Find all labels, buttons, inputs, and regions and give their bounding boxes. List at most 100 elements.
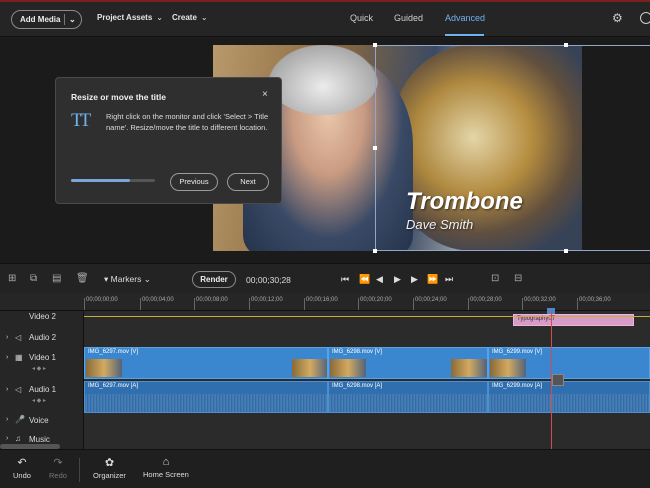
keyframe-nav-icon[interactable]: ◂ ◆ ▸	[32, 397, 46, 404]
transition-icon[interactable]	[552, 374, 564, 386]
ruler-tick	[577, 298, 578, 310]
resize-handle[interactable]	[373, 249, 377, 253]
accent-line	[0, 0, 650, 2]
previous-button[interactable]: Previous	[170, 173, 218, 191]
organizer-button[interactable]: ✿ Organizer	[93, 456, 126, 480]
audio-waveform	[489, 394, 649, 412]
organizer-icon: ✿	[104, 457, 115, 469]
tip-progress-fill	[71, 179, 130, 182]
frame-forward-icon[interactable]: ▶	[411, 274, 418, 285]
track-name: Video 2	[29, 312, 56, 321]
ruler-tick	[413, 298, 414, 310]
audio-clip[interactable]: IMG_6299.mov [A]	[488, 381, 650, 413]
chevron-right-icon[interactable]: ›	[6, 334, 8, 341]
speaker-icon: ◁	[15, 333, 22, 342]
fit-icon[interactable]: ⊡	[491, 273, 499, 284]
redo-icon: ↷	[53, 457, 63, 469]
title-track-line	[84, 316, 650, 317]
chevron-right-icon[interactable]: ›	[6, 435, 8, 442]
keyframe-nav-icon[interactable]: ◂ ◆ ▸	[32, 365, 46, 372]
ruler-label: 00;00;32;00	[524, 297, 556, 303]
clip-icon[interactable]: ▤	[52, 273, 61, 284]
step-back-icon[interactable]: ⏪	[359, 274, 370, 285]
clip-label: IMG_6299.mov [A]	[492, 383, 543, 389]
project-assets-menu[interactable]: Project Assets ⌄	[97, 13, 163, 22]
tools-icon[interactable]: ⊞	[8, 273, 16, 284]
chevron-down-icon[interactable]: ⌄	[69, 11, 76, 28]
close-icon[interactable]: ×	[262, 89, 268, 100]
ruler-label: 00;00;20;00	[360, 297, 392, 303]
undo-button[interactable]: ↶ Undo	[13, 456, 31, 480]
create-menu[interactable]: Create ⌄	[172, 13, 208, 22]
home-screen-button[interactable]: ⌂ Home Screen	[143, 456, 189, 479]
ruler-label: 00;00;04;00	[142, 297, 174, 303]
ruler-tick	[468, 298, 469, 310]
chevron-right-icon[interactable]: ›	[6, 354, 8, 361]
trash-icon[interactable]: 🗑	[76, 273, 89, 284]
tab-guided[interactable]: Guided	[394, 13, 423, 23]
track-header-audio1[interactable]: › ◁ Audio 1 ◂ ◆ ▸	[0, 381, 84, 413]
audio-clip[interactable]: IMG_6298.mov [A]	[328, 381, 488, 413]
clip-label: IMG_6298.mov [A]	[332, 383, 383, 389]
ruler-tick	[194, 298, 195, 310]
resize-handle[interactable]	[373, 146, 377, 150]
add-media-label: Add Media	[20, 15, 61, 24]
ruler-tick	[522, 298, 523, 310]
video-clip[interactable]: IMG_6298.mov [V]	[328, 347, 488, 379]
ruler-label: 00;00;00;00	[86, 297, 118, 303]
title-subtext[interactable]: Dave Smith	[406, 217, 473, 232]
gear-icon[interactable]: ⚙	[612, 11, 623, 25]
timeline-tracks[interactable]: Typography07 IMG_6297.mov [V] IMG_6298.m…	[84, 311, 650, 449]
resize-handle[interactable]	[564, 43, 568, 47]
markers-label: Markers	[110, 274, 142, 284]
next-button[interactable]: Next	[227, 173, 269, 191]
project-assets-label: Project Assets	[97, 13, 153, 22]
audio-clip[interactable]: IMG_6297.mov [A]	[84, 381, 328, 413]
video-clip[interactable]: IMG_6297.mov [V]	[84, 347, 328, 379]
clip-label: IMG_6297.mov [V]	[88, 349, 139, 355]
tip-body: Right click on the monitor and click 'Se…	[106, 112, 269, 132]
track-header-voice[interactable]: › 🎤 Voice	[0, 415, 84, 431]
render-button[interactable]: Render	[192, 271, 236, 288]
copy-icon[interactable]: ⧉	[30, 273, 37, 284]
video-clip[interactable]: IMG_6299.mov [V]	[488, 347, 650, 379]
organizer-label: Organizer	[93, 471, 126, 480]
chevron-right-icon[interactable]: ›	[6, 386, 8, 393]
ruler-label: 00;00;36;00	[579, 297, 611, 303]
divider	[79, 458, 80, 482]
go-to-end-icon[interactable]: ⏭	[445, 274, 453, 285]
resize-handle[interactable]	[373, 43, 377, 47]
ruler-label: 00;00;16;00	[306, 297, 338, 303]
resize-handle[interactable]	[564, 249, 568, 253]
step-forward-icon[interactable]: ⏩	[427, 274, 438, 285]
add-media-button[interactable]: Add Media ⌄	[11, 10, 82, 29]
tip-progress-bar	[71, 179, 155, 182]
monitor-icon[interactable]: ⊟	[514, 273, 522, 284]
track-header-video1[interactable]: › ▦ Video 1 ◂ ◆ ▸	[0, 349, 84, 381]
tab-advanced[interactable]: Advanced	[445, 13, 485, 23]
home-icon: ⌂	[162, 456, 170, 468]
play-icon[interactable]: ▶	[394, 274, 401, 285]
chevron-right-icon[interactable]: ›	[6, 416, 8, 423]
tab-quick[interactable]: Quick	[350, 13, 373, 23]
playhead[interactable]	[551, 311, 552, 449]
frame-back-icon[interactable]: ◀	[376, 274, 383, 285]
markers-dropdown[interactable]: ▾ Markers ⌄	[104, 274, 151, 285]
go-to-start-icon[interactable]: ⏮	[341, 274, 349, 285]
undo-label: Undo	[13, 471, 31, 480]
clip-thumbnail	[86, 359, 122, 377]
help-icon[interactable]	[640, 12, 650, 24]
title-text-trombone[interactable]: Trombone	[406, 188, 523, 216]
music-note-icon: ♫	[15, 434, 21, 443]
ruler-tick	[249, 298, 250, 310]
chevron-down-icon: ⌄	[143, 274, 151, 284]
musician-hair	[268, 45, 378, 115]
title-tool-icon: TT	[71, 110, 91, 131]
guided-tip-panel: Resize or move the title × TT Right clic…	[55, 77, 282, 204]
track-header-video2[interactable]: Video 2	[0, 311, 84, 327]
chevron-down-icon: ⌄	[200, 13, 208, 22]
track-header-audio2[interactable]: › ◁ Audio 2	[0, 329, 84, 347]
divider	[64, 14, 65, 25]
redo-button[interactable]: ↷ Redo	[49, 456, 67, 480]
chevron-down-icon: ⌄	[156, 13, 163, 22]
